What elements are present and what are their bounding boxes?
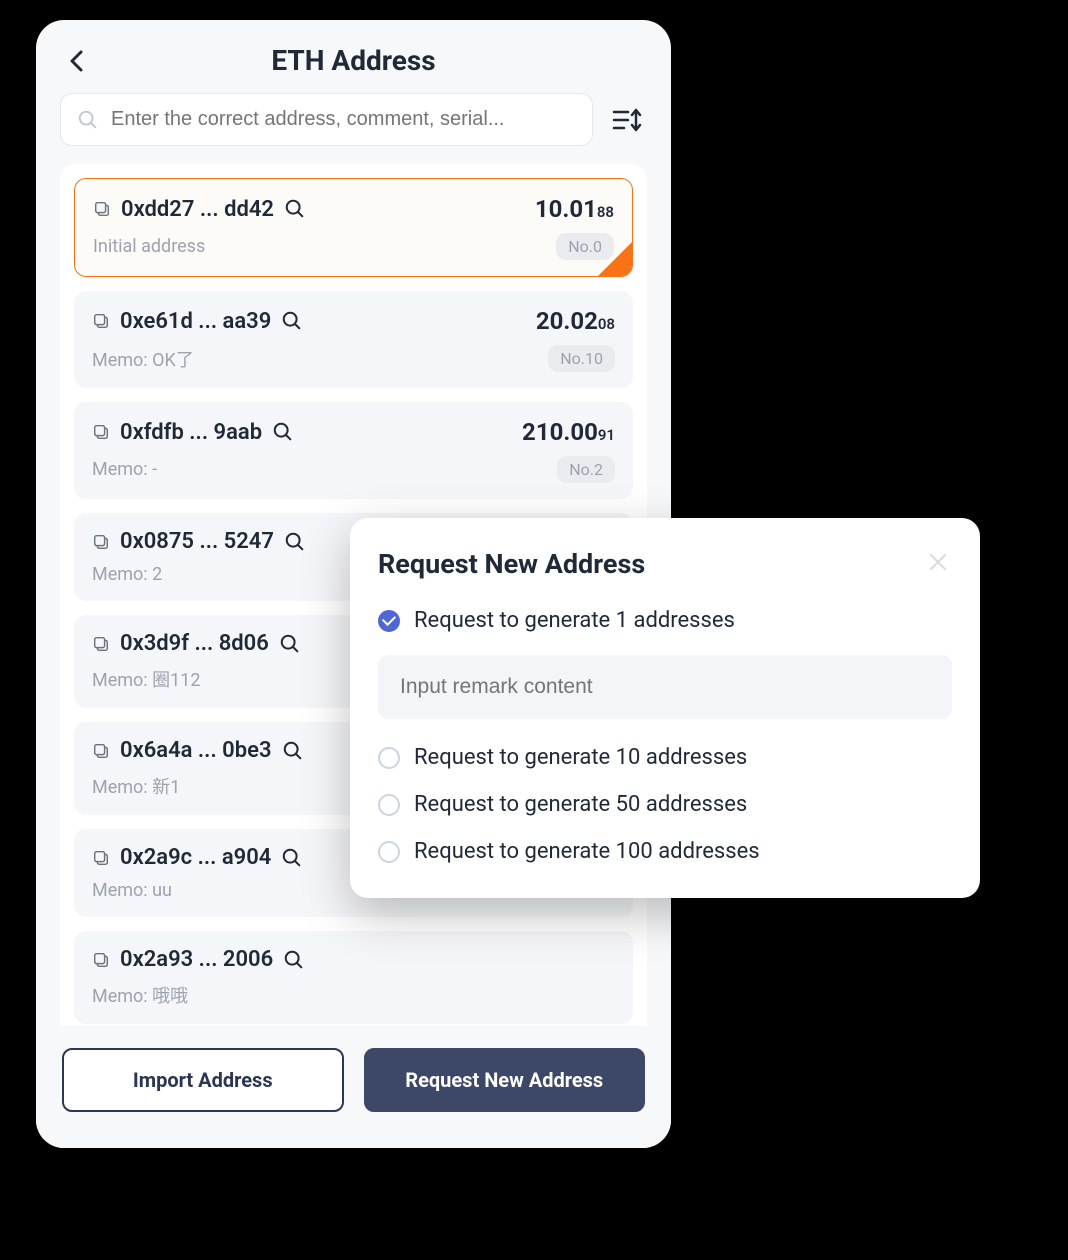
magnify-icon[interactable] — [282, 740, 304, 762]
search-row — [36, 93, 671, 164]
search-icon — [77, 109, 99, 131]
magnify-icon[interactable] — [272, 421, 294, 443]
option-label: Request to generate 10 addresses — [414, 745, 747, 770]
copy-icon[interactable] — [93, 200, 111, 218]
modal-title: Request New Address — [378, 548, 645, 580]
memo-text: Memo: uu — [92, 880, 172, 901]
magnify-icon[interactable] — [283, 949, 305, 971]
balance-value: 20.0208 — [536, 307, 615, 335]
header: ETH Address — [36, 20, 671, 93]
address-text: 0xfdfb ... 9aab — [120, 420, 262, 445]
radio-icon — [378, 841, 400, 863]
generate-option[interactable]: Request to generate 10 addresses — [378, 745, 952, 770]
address-card[interactable]: 0x2a93 ... 2006 Memo: 哦哦 — [74, 931, 633, 1024]
memo-text: Memo: 圈112 — [92, 666, 200, 692]
address-card[interactable]: 0xfdfb ... 9aab 210.0091 Memo: - No.2 — [74, 402, 633, 499]
radio-icon — [378, 794, 400, 816]
address-text: 0x2a9c ... a904 — [120, 845, 271, 870]
copy-icon[interactable] — [92, 533, 110, 551]
back-button[interactable] — [60, 45, 92, 77]
magnify-icon[interactable] — [284, 531, 306, 553]
modal-close-button[interactable] — [928, 552, 952, 576]
remark-field[interactable] — [378, 655, 952, 719]
radio-icon — [378, 610, 400, 632]
copy-icon[interactable] — [92, 423, 110, 441]
magnify-icon[interactable] — [284, 198, 306, 220]
memo-text: Memo: - — [92, 459, 157, 480]
memo-text: Memo: 哦哦 — [92, 982, 188, 1008]
address-text: 0x0875 ... 5247 — [120, 529, 274, 554]
copy-icon[interactable] — [92, 849, 110, 867]
copy-icon[interactable] — [92, 635, 110, 653]
balance-value: 210.0091 — [522, 418, 615, 446]
address-text: 0x3d9f ... 8d06 — [120, 631, 269, 656]
option-label: Request to generate 50 addresses — [414, 792, 747, 817]
chevron-left-icon — [69, 50, 83, 72]
option-label: Request to generate 1 addresses — [414, 608, 735, 633]
memo-text: Initial address — [93, 236, 205, 257]
address-text: 0x2a93 ... 2006 — [120, 947, 273, 972]
address-card[interactable]: 0xdd27 ... dd4210.0188Initial addressNo.… — [74, 178, 633, 277]
magnify-icon[interactable] — [281, 310, 303, 332]
close-icon — [928, 552, 948, 572]
generate-option[interactable]: Request to generate 1 addresses — [378, 608, 952, 633]
option-label: Request to generate 100 addresses — [414, 839, 760, 864]
page-title: ETH Address — [92, 44, 615, 77]
copy-icon[interactable] — [92, 742, 110, 760]
search-box[interactable] — [60, 93, 593, 146]
balance-value: 10.0188 — [535, 195, 614, 223]
address-text: 0xe61d ... aa39 — [120, 309, 271, 334]
copy-icon[interactable] — [92, 951, 110, 969]
remark-input[interactable] — [400, 675, 930, 699]
address-card[interactable]: 0xe61d ... aa39 20.0208 Memo: OK了 No.10 — [74, 291, 633, 388]
address-text: 0x6a4a ... 0be3 — [120, 738, 272, 763]
search-input[interactable] — [111, 108, 576, 131]
footer-actions: Import Address Request New Address — [36, 1026, 671, 1148]
magnify-icon[interactable] — [279, 633, 301, 655]
request-new-address-button[interactable]: Request New Address — [364, 1048, 646, 1112]
address-text: 0xdd27 ... dd42 — [121, 197, 274, 222]
serial-badge: No.10 — [548, 345, 615, 372]
serial-badge: No.2 — [557, 456, 615, 483]
radio-icon — [378, 747, 400, 769]
sort-button[interactable] — [607, 100, 647, 140]
modal-header: Request New Address — [378, 548, 952, 580]
memo-text: Memo: 2 — [92, 564, 162, 585]
generate-option[interactable]: Request to generate 50 addresses — [378, 792, 952, 817]
sort-icon — [612, 107, 642, 133]
generate-option[interactable]: Request to generate 100 addresses — [378, 839, 952, 864]
import-address-button[interactable]: Import Address — [62, 1048, 344, 1112]
selected-corner-icon — [598, 242, 632, 276]
memo-text: Memo: 新1 — [92, 773, 180, 799]
magnify-icon[interactable] — [281, 847, 303, 869]
request-new-address-modal: Request New Address Request to generate … — [350, 518, 980, 898]
memo-text: Memo: OK了 — [92, 346, 194, 372]
copy-icon[interactable] — [92, 312, 110, 330]
